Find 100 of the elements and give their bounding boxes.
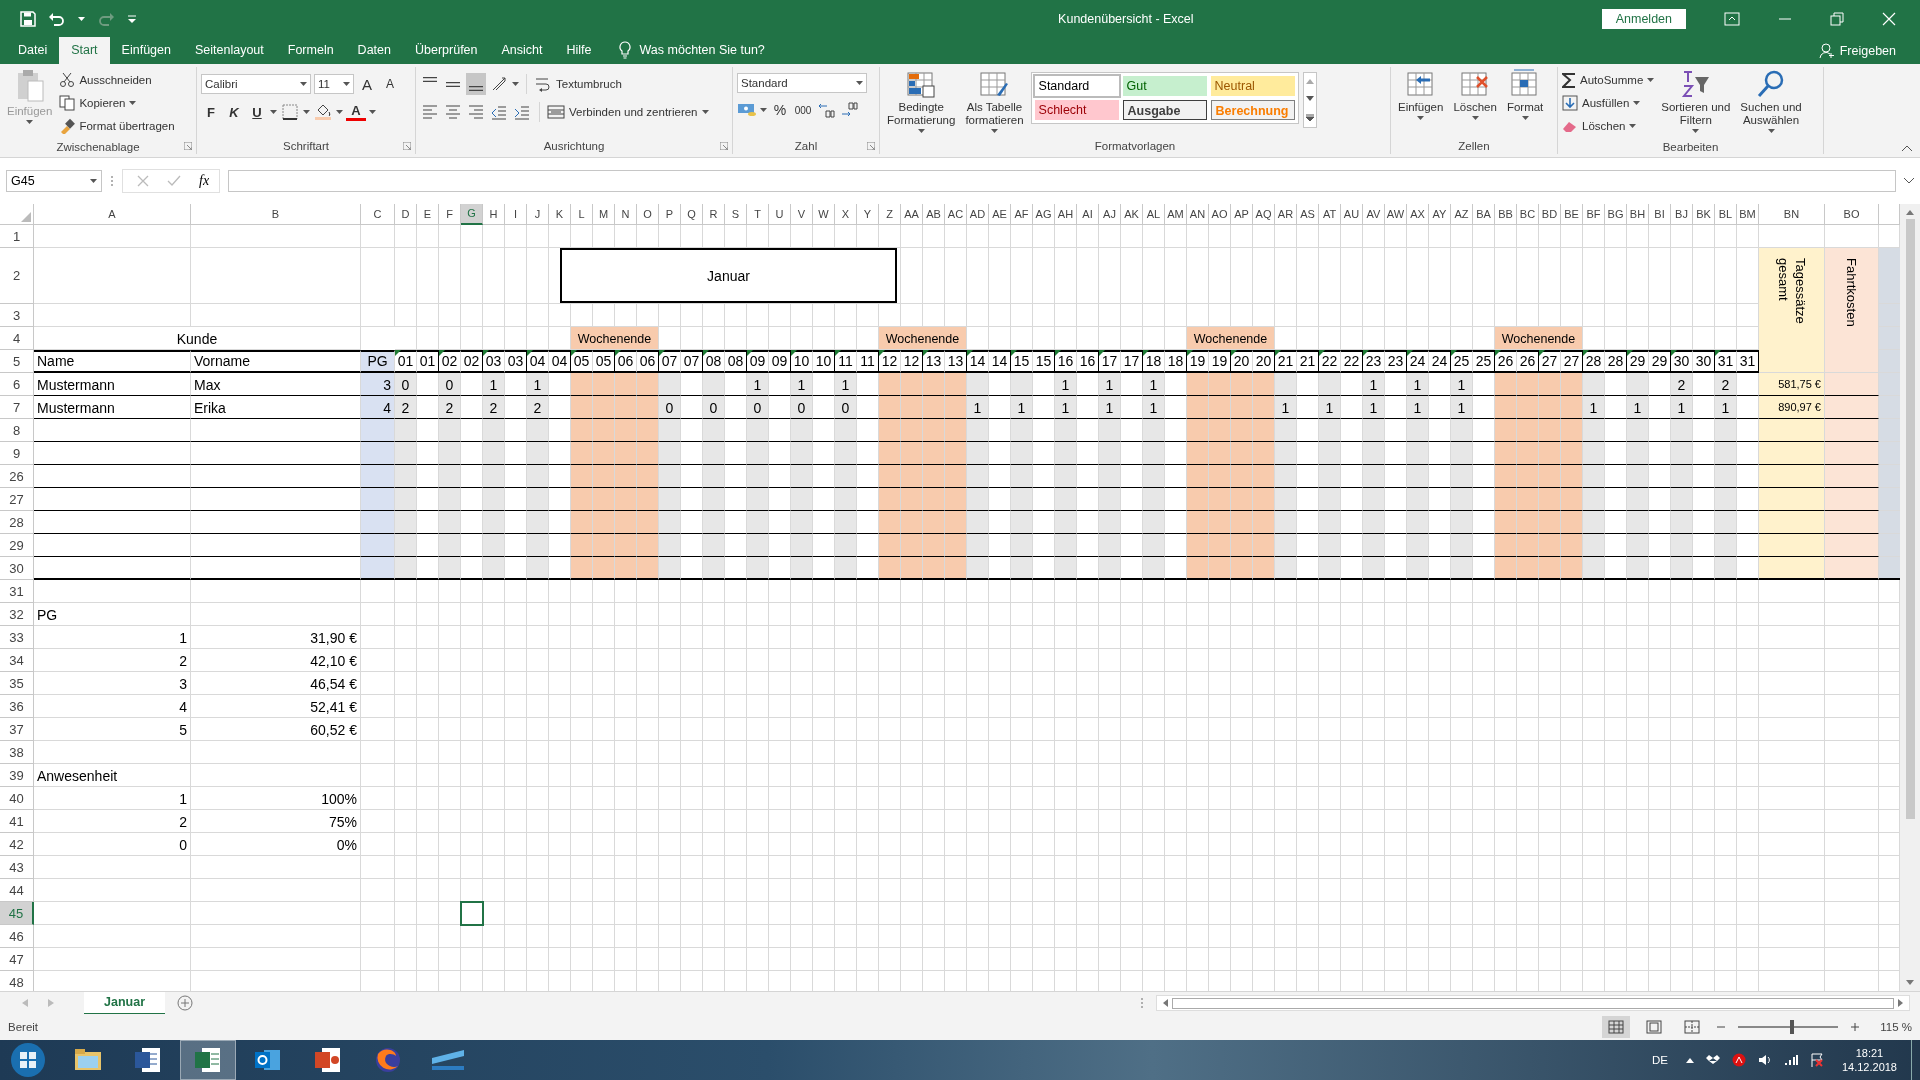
number-format-dropdown[interactable]: Standard	[737, 73, 867, 93]
table-cell: 1	[1275, 396, 1297, 419]
column-header: BA	[1473, 204, 1495, 225]
percent-button[interactable]: %	[770, 99, 790, 121]
font-style-button[interactable]: U	[247, 101, 267, 123]
column-header: AN	[1187, 204, 1209, 225]
table-cell: Kunde	[34, 327, 361, 350]
autosum-button[interactable]: AutoSumme	[1562, 69, 1655, 91]
column-header: AW	[1385, 204, 1407, 225]
font-style-button[interactable]: K	[224, 101, 244, 123]
clipboard-action[interactable]: Kopieren	[59, 92, 175, 114]
column-header: AX	[1407, 204, 1429, 225]
insert-cells-button[interactable]: Einfügen	[1395, 69, 1447, 120]
column-header: AK	[1121, 204, 1143, 225]
ribbon-tab[interactable]: Seitenlayout	[182, 37, 276, 64]
table-cell: 60,52 €	[191, 718, 361, 741]
insert-function-button[interactable]: fx	[199, 173, 210, 189]
table-cell: 42,10 €	[191, 649, 361, 672]
cell-style-item[interactable]: Gut	[1122, 76, 1207, 96]
shrink-font-button[interactable]: A	[380, 73, 400, 95]
language-indicator[interactable]: DE	[1651, 1054, 1668, 1066]
table-cell: 581,75 €	[1759, 373, 1825, 396]
find-select-button[interactable]: Suchen und Auswählen	[1737, 69, 1805, 133]
fill-button[interactable]: Ausfüllen	[1562, 92, 1655, 114]
title-box: Januar	[560, 248, 897, 303]
column-header: BO	[1825, 204, 1879, 225]
ribbon-tab[interactable]: Datei	[6, 37, 60, 64]
column-header: W	[813, 204, 835, 225]
table-cell: 2	[395, 396, 417, 419]
cell-style-item[interactable]: Neutral	[1210, 76, 1295, 96]
table-cell: Name	[34, 350, 191, 373]
table-cell: 1	[1671, 396, 1693, 419]
delete-cells-button[interactable]: Löschen	[1450, 69, 1500, 120]
table-cell: 1	[747, 373, 769, 396]
clock[interactable]: 18:21 14.12.2018	[1841, 1046, 1897, 1074]
thousands-separator-button[interactable]: 000	[793, 99, 813, 121]
group-label: Ausrichtung	[543, 139, 605, 152]
table-cell: 0	[34, 833, 191, 856]
share-button[interactable]: Freigeben	[1818, 37, 1920, 64]
sort-filter-button[interactable]: Sortieren und Filtern	[1658, 69, 1734, 133]
wrap-text-button[interactable]: Textumbruch	[534, 73, 622, 95]
column-header: AJ	[1099, 204, 1121, 225]
row-header: 46	[0, 925, 34, 948]
row-header: 37	[0, 718, 34, 741]
clipboard-action[interactable]: Format übertragen	[59, 115, 175, 137]
table-cell: 0	[703, 396, 725, 419]
table-cell: 46,54 €	[191, 672, 361, 695]
cell-style-item[interactable]: Schlecht	[1034, 100, 1119, 120]
table-cell: 2	[483, 396, 505, 419]
ribbon-tab[interactable]: Überprüfen	[402, 37, 490, 64]
tell-me-search[interactable]: Was möchten Sie tun?	[639, 37, 765, 64]
ribbon-tab[interactable]: Daten	[345, 37, 403, 64]
row-header: 6	[0, 373, 34, 396]
table-cell: 1	[791, 373, 813, 396]
grow-font-button[interactable]: A	[357, 73, 377, 95]
ribbon-tab[interactable]: Formeln	[275, 37, 346, 64]
merge-center-button[interactable]: Verbinden und zentrieren	[547, 101, 709, 123]
column-header: AH	[1055, 204, 1077, 225]
column-header: BI	[1649, 204, 1671, 225]
format-as-table-button[interactable]: Als Tabelle formatieren	[962, 69, 1027, 133]
row-header: 33	[0, 626, 34, 649]
conditional-formatting-button[interactable]: Bedingte Formatierung	[884, 69, 959, 133]
clock-date: 14.12.2018	[1841, 1060, 1897, 1074]
column-header: V	[791, 204, 813, 225]
ribbon-tab[interactable]: Hilfe	[554, 37, 604, 64]
column-header: J	[527, 204, 549, 225]
column-header: R	[703, 204, 725, 225]
name-box[interactable]: G45	[6, 170, 102, 192]
table-cell: 0	[835, 396, 857, 419]
ribbon-tab[interactable]: Ansicht	[489, 37, 555, 64]
font-size-dropdown[interactable]: 11	[314, 74, 354, 94]
table-cell: 4	[361, 396, 395, 419]
column-header: BL	[1715, 204, 1737, 225]
column-header: H	[483, 204, 505, 225]
font-style-button[interactable]: F	[201, 101, 221, 123]
ribbon-tab[interactable]: Einfügen	[109, 37, 183, 64]
column-header: BH	[1627, 204, 1649, 225]
row-header: 1	[0, 225, 34, 248]
column-header: AP	[1231, 204, 1253, 225]
column-header: K	[549, 204, 571, 225]
sign-in-button[interactable]: Anmelden	[1601, 8, 1686, 29]
sheet-tab[interactable]: Januar	[84, 991, 165, 1015]
table-cell: 1	[1451, 396, 1473, 419]
table-cell: 75%	[191, 810, 361, 833]
table-cell: 100%	[191, 787, 361, 810]
row-header: 29	[0, 534, 34, 557]
ribbon-tab[interactable]: Start	[59, 37, 110, 64]
column-header: AI	[1077, 204, 1099, 225]
column-header: N	[615, 204, 637, 225]
table-cell: PG	[361, 350, 395, 373]
format-cells-button[interactable]: Format	[1503, 69, 1547, 120]
clear-button[interactable]: Löschen	[1562, 115, 1655, 137]
font-color-button[interactable]: A	[346, 103, 366, 121]
font-name-dropdown[interactable]: Calibri	[201, 74, 311, 94]
table-cell: 3	[34, 672, 191, 695]
cell-style-item[interactable]: Ausgabe	[1122, 100, 1207, 120]
zoom-level[interactable]: 115 %	[1870, 1021, 1912, 1033]
column-header: L	[571, 204, 593, 225]
clipboard-action[interactable]: Ausschneiden	[59, 69, 175, 91]
table-cell: 1	[1715, 396, 1737, 419]
